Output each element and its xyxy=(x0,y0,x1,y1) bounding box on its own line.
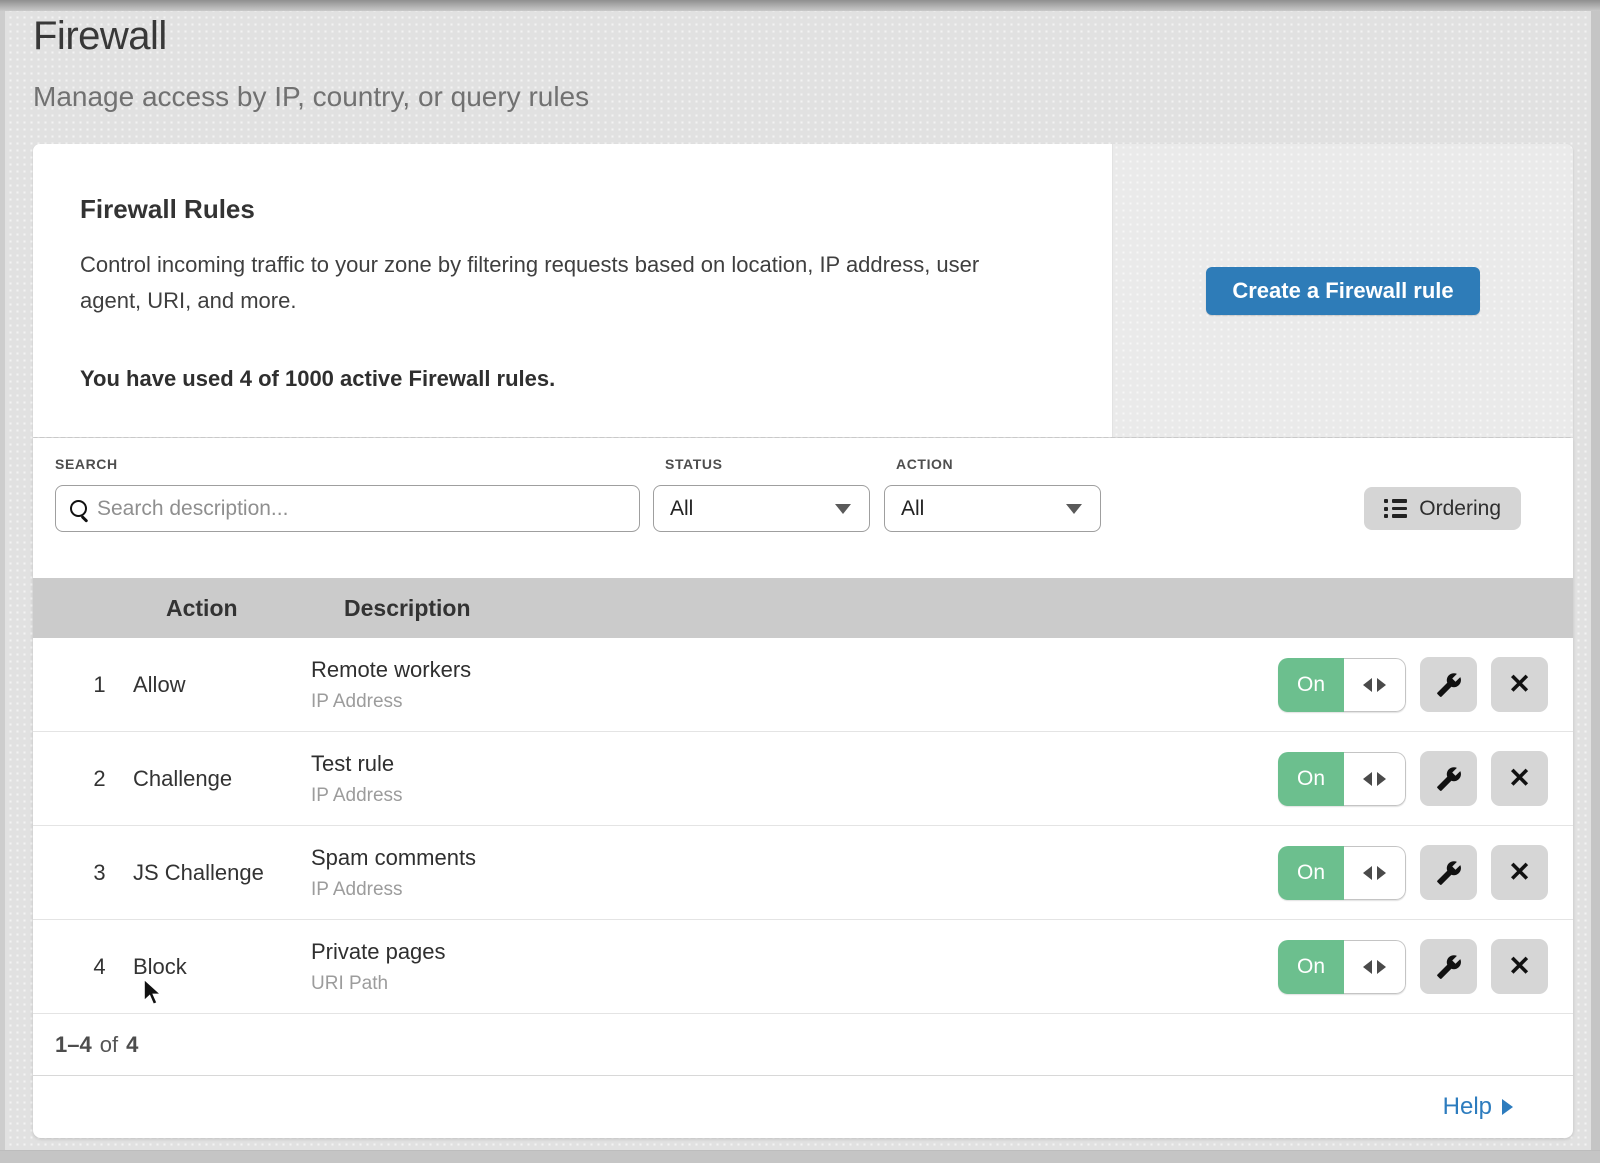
help-link[interactable]: Help xyxy=(1443,1093,1513,1121)
rule-match-type: URI Path xyxy=(311,973,1278,995)
page: Firewall Manage access by IP, country, o… xyxy=(33,0,1573,1138)
wrench-icon xyxy=(1436,766,1462,792)
wrench-icon xyxy=(1436,672,1462,698)
rule-enabled-toggle[interactable]: On xyxy=(1278,752,1406,806)
rule-controls: On ✕ xyxy=(1278,657,1573,712)
rule-priority: 1 xyxy=(33,672,133,698)
close-icon: ✕ xyxy=(1508,765,1531,792)
ordering-button-label: Ordering xyxy=(1419,497,1501,521)
rule-action: JS Challenge xyxy=(133,860,311,886)
chevron-down-icon xyxy=(835,504,851,514)
table-row: 1 Allow Remote workers IP Address On xyxy=(33,638,1573,732)
capture-frame-right xyxy=(1591,0,1600,1163)
rule-description-cell: Test rule IP Address xyxy=(311,751,1278,807)
reorder-arrows-icon[interactable] xyxy=(1344,752,1406,806)
banner-usage-text: You have used 4 of 1000 active Firewall … xyxy=(80,366,1052,392)
table-row: 2 Challenge Test rule IP Address On xyxy=(33,732,1573,826)
rules-list-card: SEARCH STATUS ACTION All All xyxy=(33,438,1573,1138)
filter-bar: SEARCH STATUS ACTION All All xyxy=(33,438,1573,578)
create-firewall-rule-button[interactable]: Create a Firewall rule xyxy=(1206,267,1479,315)
firewall-rules-banner: Firewall Rules Control incoming traffic … xyxy=(33,144,1573,437)
table-row: 3 JS Challenge Spam comments IP Address … xyxy=(33,826,1573,920)
rule-description-cell: Remote workers IP Address xyxy=(311,657,1278,713)
banner-description: Control incoming traffic to your zone by… xyxy=(80,247,1040,319)
rule-controls: On ✕ xyxy=(1278,845,1573,900)
reorder-arrows-icon[interactable] xyxy=(1344,658,1406,712)
results-range: 1–4 xyxy=(55,1032,92,1058)
rule-match-type: IP Address xyxy=(311,879,1278,901)
action-select[interactable]: All xyxy=(884,485,1101,532)
wrench-icon xyxy=(1436,954,1462,980)
rule-enabled-toggle[interactable]: On xyxy=(1278,940,1406,994)
ordering-button[interactable]: Ordering xyxy=(1364,487,1521,530)
search-box[interactable] xyxy=(55,485,640,532)
rule-action: Block xyxy=(133,954,311,980)
search-icon xyxy=(70,500,87,517)
rule-action: Allow xyxy=(133,672,311,698)
create-rule-panel: Create a Firewall rule xyxy=(1112,144,1573,437)
rule-priority: 4 xyxy=(33,954,133,980)
toggle-on-label: On xyxy=(1278,940,1344,994)
results-of-label: of xyxy=(100,1032,118,1058)
rule-action: Challenge xyxy=(133,766,311,792)
capture-frame-top xyxy=(0,0,1600,11)
results-count: 1–4 of 4 xyxy=(33,1014,1573,1075)
rule-description: Spam comments xyxy=(311,845,1278,871)
table-row: 4 Block Private pages URI Path On ✕ xyxy=(33,920,1573,1014)
description-column-header: Description xyxy=(344,595,1573,622)
rules-table-body: 1 Allow Remote workers IP Address On xyxy=(33,638,1573,1014)
delete-rule-button[interactable]: ✕ xyxy=(1491,657,1548,712)
delete-rule-button[interactable]: ✕ xyxy=(1491,939,1548,994)
rule-description-cell: Spam comments IP Address xyxy=(311,845,1278,901)
toggle-on-label: On xyxy=(1278,658,1344,712)
toggle-on-label: On xyxy=(1278,752,1344,806)
action-label: ACTION xyxy=(896,456,953,472)
rule-enabled-toggle[interactable]: On xyxy=(1278,846,1406,900)
action-select-value: All xyxy=(901,497,924,521)
results-total: 4 xyxy=(126,1032,138,1058)
table-header-row: Action Description xyxy=(33,578,1573,638)
search-label: SEARCH xyxy=(55,456,118,472)
close-icon: ✕ xyxy=(1508,953,1531,980)
delete-rule-button[interactable]: ✕ xyxy=(1491,751,1548,806)
ordered-list-icon xyxy=(1384,499,1407,518)
action-column-header: Action xyxy=(166,595,344,622)
rule-match-type: IP Address xyxy=(311,785,1278,807)
edit-rule-button[interactable] xyxy=(1420,751,1477,806)
help-row: Help xyxy=(33,1075,1573,1138)
rule-controls: On ✕ xyxy=(1278,751,1573,806)
capture-frame-bottom xyxy=(0,1150,1600,1163)
rule-description-cell: Private pages URI Path xyxy=(311,939,1278,995)
reorder-arrows-icon[interactable] xyxy=(1344,846,1406,900)
banner-heading: Firewall Rules xyxy=(80,194,1052,225)
status-select-value: All xyxy=(670,497,693,521)
rule-enabled-toggle[interactable]: On xyxy=(1278,658,1406,712)
help-arrow-icon xyxy=(1502,1099,1513,1115)
status-label: STATUS xyxy=(665,456,723,472)
capture-frame-left xyxy=(0,0,5,1163)
page-title: Firewall xyxy=(33,14,1573,59)
help-link-label: Help xyxy=(1443,1093,1492,1121)
status-select[interactable]: All xyxy=(653,485,870,532)
rule-description: Test rule xyxy=(311,751,1278,777)
edit-rule-button[interactable] xyxy=(1420,657,1477,712)
edit-rule-button[interactable] xyxy=(1420,845,1477,900)
toggle-on-label: On xyxy=(1278,846,1344,900)
close-icon: ✕ xyxy=(1508,859,1531,886)
chevron-down-icon xyxy=(1066,504,1082,514)
delete-rule-button[interactable]: ✕ xyxy=(1491,845,1548,900)
rule-match-type: IP Address xyxy=(311,691,1278,713)
search-input[interactable] xyxy=(97,497,625,521)
rule-priority: 2 xyxy=(33,766,133,792)
rule-description: Private pages xyxy=(311,939,1278,965)
rule-priority: 3 xyxy=(33,860,133,886)
rule-description: Remote workers xyxy=(311,657,1278,683)
close-icon: ✕ xyxy=(1508,671,1531,698)
wrench-icon xyxy=(1436,860,1462,886)
edit-rule-button[interactable] xyxy=(1420,939,1477,994)
banner-description-panel: Firewall Rules Control incoming traffic … xyxy=(33,144,1112,437)
page-subtitle: Manage access by IP, country, or query r… xyxy=(33,81,1573,113)
reorder-arrows-icon[interactable] xyxy=(1344,940,1406,994)
rule-controls: On ✕ xyxy=(1278,939,1573,994)
